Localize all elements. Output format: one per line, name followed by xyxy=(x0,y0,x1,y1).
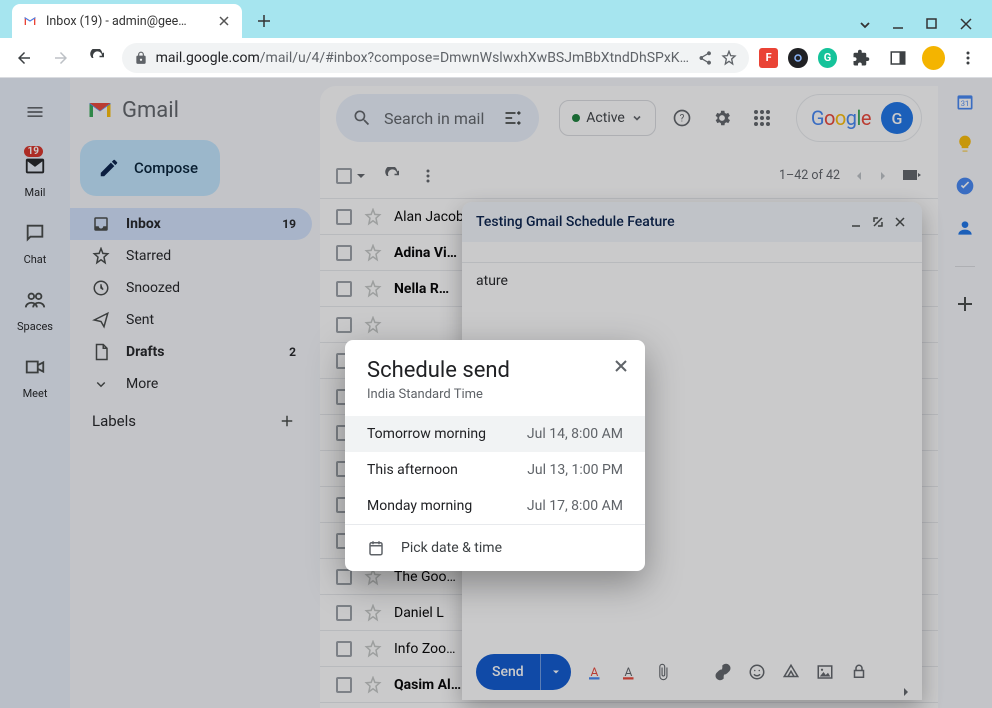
back-button[interactable] xyxy=(10,44,37,72)
schedule-option[interactable]: Monday morning Jul 17, 8:00 AM xyxy=(345,488,645,524)
address-bar[interactable]: mail.google.com/mail/u/4/#inbox?compose=… xyxy=(122,43,749,73)
option-label: Tomorrow morning xyxy=(367,426,486,442)
browser-toolbar: mail.google.com/mail/u/4/#inbox?compose=… xyxy=(0,38,992,78)
schedule-send-modal: Schedule send India Standard Time Tomorr… xyxy=(345,340,645,571)
schedule-option[interactable]: This afternoon Jul 13, 1:00 PM xyxy=(345,452,645,488)
option-label: This afternoon xyxy=(367,462,458,478)
modal-subtitle: India Standard Time xyxy=(367,387,623,402)
browser-tab[interactable]: Inbox (19) - admin@gee… xyxy=(12,4,242,38)
option-time: Jul 14, 8:00 AM xyxy=(527,426,623,442)
sidepanel-icon[interactable] xyxy=(884,44,911,72)
option-time: Jul 13, 1:00 PM xyxy=(527,462,623,478)
close-modal-button[interactable] xyxy=(613,358,629,374)
bookmark-icon[interactable] xyxy=(721,50,737,66)
maximize-icon[interactable] xyxy=(926,18,944,32)
app-content: 19 Mail Chat Spaces Meet Gmail Compose I… xyxy=(0,78,992,708)
menu-icon[interactable] xyxy=(955,44,982,72)
chevron-down-icon[interactable] xyxy=(858,18,876,32)
extension-grammarly-icon[interactable]: G xyxy=(818,48,837,68)
minimize-icon[interactable] xyxy=(892,18,910,32)
pick-date-label: Pick date & time xyxy=(401,540,502,556)
tab-title: Inbox (19) - admin@gee… xyxy=(46,14,208,29)
lock-icon xyxy=(134,51,148,65)
close-icon[interactable] xyxy=(960,18,978,32)
pick-date-time-button[interactable]: Pick date & time xyxy=(345,524,645,571)
window-controls xyxy=(858,18,992,32)
browser-titlebar: Inbox (19) - admin@gee… xyxy=(0,0,992,38)
url-text: mail.google.com/mail/u/4/#inbox?compose=… xyxy=(156,50,689,66)
forward-button[interactable] xyxy=(47,44,74,72)
extension-circle-icon[interactable] xyxy=(788,48,807,68)
reload-button[interactable] xyxy=(84,44,111,72)
new-tab-button[interactable] xyxy=(250,7,278,35)
schedule-option[interactable]: Tomorrow morning Jul 14, 8:00 AM xyxy=(345,416,645,452)
option-time: Jul 17, 8:00 AM xyxy=(527,498,623,514)
calendar-icon xyxy=(367,539,385,557)
tab-close-icon[interactable] xyxy=(216,13,232,29)
extension-flipboard-icon[interactable]: F xyxy=(759,48,778,68)
gmail-favicon xyxy=(22,13,38,29)
extensions-icon[interactable] xyxy=(847,44,874,72)
modal-title: Schedule send xyxy=(367,358,623,383)
option-label: Monday morning xyxy=(367,498,472,514)
share-icon[interactable] xyxy=(697,50,713,66)
profile-avatar[interactable] xyxy=(922,46,945,70)
